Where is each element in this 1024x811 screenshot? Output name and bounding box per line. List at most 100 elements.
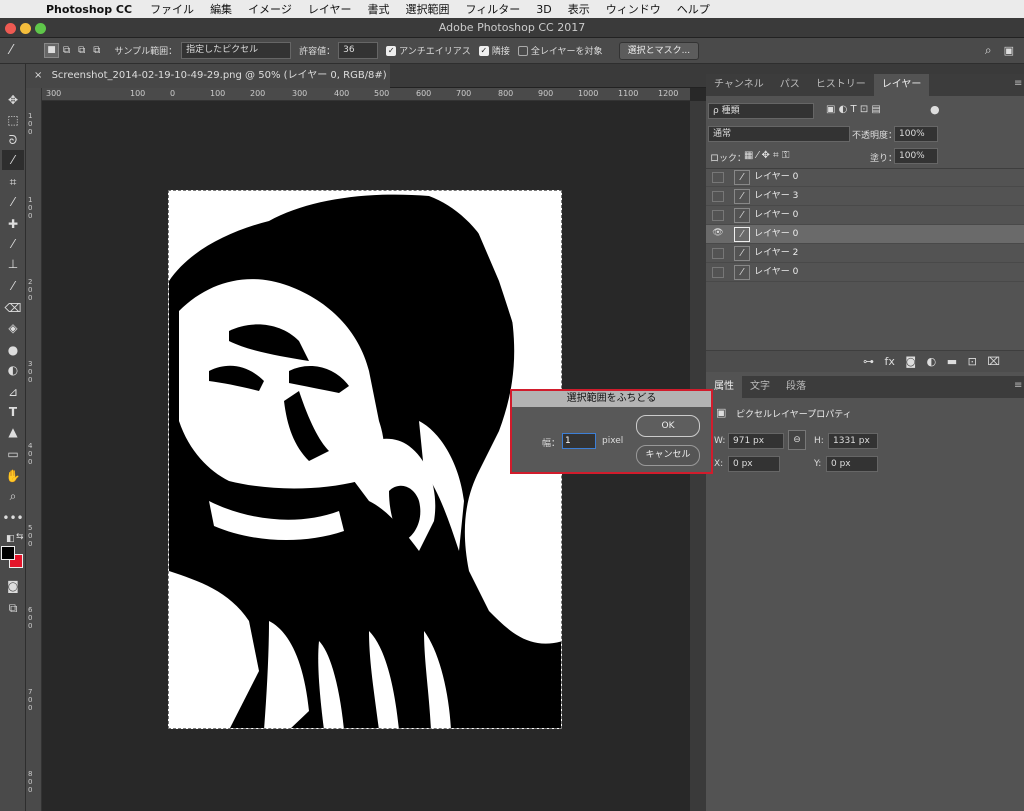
zoom-window-button[interactable] (35, 23, 46, 34)
pen-tool-icon[interactable]: ⊿ (2, 382, 24, 402)
blur-tool-icon[interactable]: ● (2, 340, 24, 360)
filter-type-icons[interactable]: ▣ ◐ T ⊡ ▤ (826, 104, 881, 115)
new-layer-icon[interactable]: ⊡ (968, 355, 977, 368)
visibility-toggle-icon[interactable] (712, 172, 724, 183)
magic-wand-tool-icon[interactable]: ⁄ (2, 150, 24, 170)
cancel-button[interactable]: キャンセル (636, 445, 700, 466)
history-brush-tool-icon[interactable]: ⁄ (2, 276, 24, 296)
eyedropper-tool-icon[interactable]: ⁄ (2, 192, 24, 212)
screen-mode-icon[interactable]: ⧉ (2, 598, 24, 618)
width-input[interactable]: 971 px (728, 433, 784, 449)
new-selection-icon[interactable]: ■ (44, 43, 59, 58)
visibility-toggle-icon[interactable] (712, 248, 724, 259)
intersect-selection-icon[interactable]: ⧉ (93, 45, 100, 56)
all-layers-checkbox[interactable] (517, 45, 528, 56)
menu-window[interactable]: ウィンドウ (606, 1, 661, 17)
select-and-mask-button[interactable]: 選択とマスク... (618, 41, 700, 60)
tab-history[interactable]: ヒストリー (808, 74, 874, 96)
minimize-window-button[interactable] (20, 23, 31, 34)
foreground-color-swatch[interactable] (1, 546, 15, 560)
tab-paragraph[interactable]: 段落 (778, 376, 814, 398)
adjustment-layer-icon[interactable]: ◐ (927, 355, 937, 368)
new-group-icon[interactable]: ▬ (947, 355, 957, 368)
shape-tool-icon[interactable]: ▭ (2, 444, 24, 464)
lock-icons[interactable]: ▦ ⁄ ✥ ⌗ ⚿ (744, 150, 789, 161)
contiguous-checkbox[interactable]: ✓ (478, 45, 489, 56)
layer-row[interactable]: ⁄ レイヤー 0 (706, 206, 1024, 225)
filter-toggle-icon[interactable]: ● (930, 103, 940, 116)
paint-bucket-tool-icon[interactable]: ◈ (2, 318, 24, 338)
tab-channels[interactable]: チャンネル (706, 74, 772, 96)
more-tools-icon[interactable]: ••• (2, 508, 24, 528)
close-window-button[interactable] (5, 23, 16, 34)
menu-type[interactable]: 書式 (368, 1, 390, 17)
ruler-v-tick: 2 (28, 278, 33, 286)
tab-character[interactable]: 文字 (742, 376, 778, 398)
sample-size-select[interactable]: 指定したピクセル (181, 42, 292, 59)
workspace-icon[interactable]: ▣ (1004, 44, 1014, 57)
blend-mode-select[interactable]: 通常 (708, 126, 850, 142)
height-input[interactable]: 1331 px (828, 433, 878, 449)
menu-edit[interactable]: 編集 (210, 1, 232, 17)
quick-mask-icon[interactable]: ◙ (2, 576, 24, 596)
opacity-input[interactable]: 100% (894, 126, 938, 142)
layer-filter-select[interactable]: ρ 種類 (708, 103, 814, 119)
magic-wand-icon[interactable]: ⁄ (10, 43, 34, 58)
antialias-checkbox[interactable]: ✓ (386, 45, 397, 56)
app-menu[interactable]: Photoshop CC (46, 3, 132, 16)
menu-view[interactable]: 表示 (568, 1, 590, 17)
subtract-selection-icon[interactable]: ⧉ (78, 45, 85, 56)
x-input[interactable]: 0 px (728, 456, 780, 472)
link-dimensions-icon[interactable]: ⊖ (788, 430, 806, 450)
add-selection-icon[interactable]: ⧉ (63, 45, 70, 56)
visibility-toggle-icon[interactable] (712, 191, 724, 202)
layer-row[interactable]: ⁄ レイヤー 0 (706, 168, 1024, 187)
menu-layer[interactable]: レイヤー (308, 1, 352, 17)
zoom-tool-icon[interactable]: ⌕ (2, 486, 24, 506)
border-width-input[interactable]: 1 (562, 433, 596, 449)
delete-layer-icon[interactable]: ⌧ (987, 355, 1000, 368)
lasso-tool-icon[interactable]: ᘐ (2, 130, 24, 150)
layer-row[interactable]: ⁄ レイヤー 2 (706, 244, 1024, 263)
eraser-tool-icon[interactable]: ⌫ (2, 298, 24, 318)
link-layers-icon[interactable]: ⊶ (863, 355, 874, 368)
default-colors-icon[interactable]: ◧ (6, 534, 15, 544)
crop-tool-icon[interactable]: ⌗ (2, 172, 24, 192)
layer-row-selected[interactable]: 👁 ⁄ レイヤー 0 (706, 225, 1024, 244)
menu-help[interactable]: ヘルプ (677, 1, 710, 17)
type-tool-icon[interactable]: T (2, 402, 24, 422)
document-image[interactable] (168, 190, 562, 729)
marquee-tool-icon[interactable]: ⬚ (2, 110, 24, 130)
properties-menu-icon[interactable]: ≡ (1014, 380, 1022, 391)
ok-button[interactable]: OK (636, 415, 700, 437)
healing-tool-icon[interactable]: ✚ (2, 214, 24, 234)
tab-layers[interactable]: レイヤー (873, 74, 930, 96)
hand-tool-icon[interactable]: ✋ (2, 466, 24, 486)
path-selection-tool-icon[interactable]: ▲ (2, 422, 24, 442)
fill-input[interactable]: 100% (894, 148, 938, 164)
document-tab[interactable]: × Screenshot_2014-02-19-10-49-29.png @ 5… (26, 64, 390, 105)
tolerance-input[interactable]: 36 (338, 42, 379, 59)
layer-style-icon[interactable]: fx (885, 355, 895, 368)
swap-colors-icon[interactable]: ⇆ (16, 532, 24, 542)
menu-filter[interactable]: フィルター (466, 1, 521, 17)
layer-row[interactable]: ⁄ レイヤー 3 (706, 187, 1024, 206)
move-tool-icon[interactable]: ✥ (2, 90, 24, 110)
add-mask-icon[interactable]: ◙ (905, 355, 916, 368)
eye-icon[interactable]: 👁 (712, 229, 724, 240)
menu-select[interactable]: 選択範囲 (406, 1, 450, 17)
visibility-toggle-icon[interactable] (712, 267, 724, 278)
menu-image[interactable]: イメージ (248, 1, 292, 17)
brush-tool-icon[interactable]: ⁄ (2, 234, 24, 254)
stamp-tool-icon[interactable]: ⊥ (2, 254, 24, 274)
panel-menu-icon[interactable]: ≡ (1014, 78, 1022, 89)
menu-3d[interactable]: 3D (536, 3, 551, 16)
tab-paths[interactable]: パス (772, 74, 808, 96)
close-tab-icon[interactable]: × (34, 70, 42, 81)
layer-row[interactable]: ⁄ レイヤー 0 (706, 263, 1024, 282)
visibility-toggle-icon[interactable] (712, 210, 724, 221)
dodge-tool-icon[interactable]: ◐ (2, 360, 24, 380)
menu-file[interactable]: ファイル (150, 1, 194, 17)
search-icon[interactable]: ⌕ (985, 43, 992, 58)
y-input[interactable]: 0 px (826, 456, 878, 472)
